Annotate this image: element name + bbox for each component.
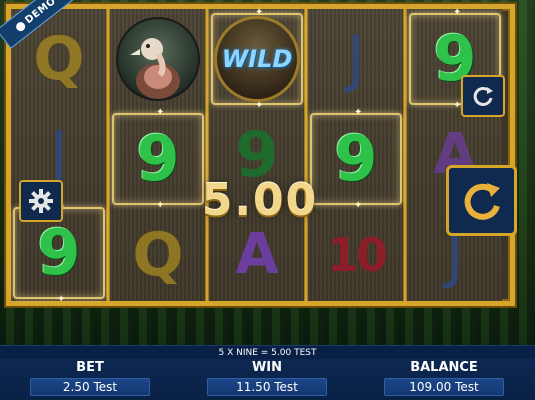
spin-button[interactable] [446,165,517,236]
balance-label: BALANCE [410,360,478,375]
vulture-symbol [116,17,200,101]
refresh-icon [473,86,493,106]
bet-value: 2.50 Test [30,378,150,396]
symbol-q: Q [33,24,85,94]
win-value: 11.50 Test [207,378,327,396]
bet-label: BET [76,360,104,375]
symbol-a: A [235,222,279,287]
win-label: WIN [251,360,283,375]
symbol-cell-winning: WILD [211,7,303,111]
symbol-cell [112,13,204,105]
symbol-nine: 9 [136,122,180,195]
wild-symbol: WILD [214,16,300,102]
symbol-nine: 9 [334,122,378,195]
symbol-ten: 10 [326,228,388,282]
balance-value: 109.00 Test [384,378,504,396]
symbol-cell: J [310,13,402,105]
info-icon [14,19,27,33]
win-amount-display: 5.00 [201,174,319,226]
win-line-info: 5 X NINE = 5.00 TEST [0,345,535,359]
settings-button[interactable] [19,180,63,222]
gear-icon [29,189,53,213]
balance-stat: BALANCE 109.00 Test [384,360,504,396]
bottom-panel: 5 X NINE = 5.00 TEST BET 2.50 Test WIN 1… [0,345,535,400]
wild-label: WILD [221,45,293,73]
spin-icon [464,182,500,220]
bet-stat[interactable]: BET 2.50 Test [30,360,150,396]
autoplay-button[interactable] [461,75,505,117]
reel-frame: Q J 9 9 Q WILD 9 A [6,4,515,306]
symbol-j: J [346,22,366,95]
win-stat: WIN 11.50 Test [207,360,327,396]
symbol-q: Q [132,220,184,290]
symbol-nine: 9 [37,216,81,289]
symbol-j: J [49,118,69,191]
